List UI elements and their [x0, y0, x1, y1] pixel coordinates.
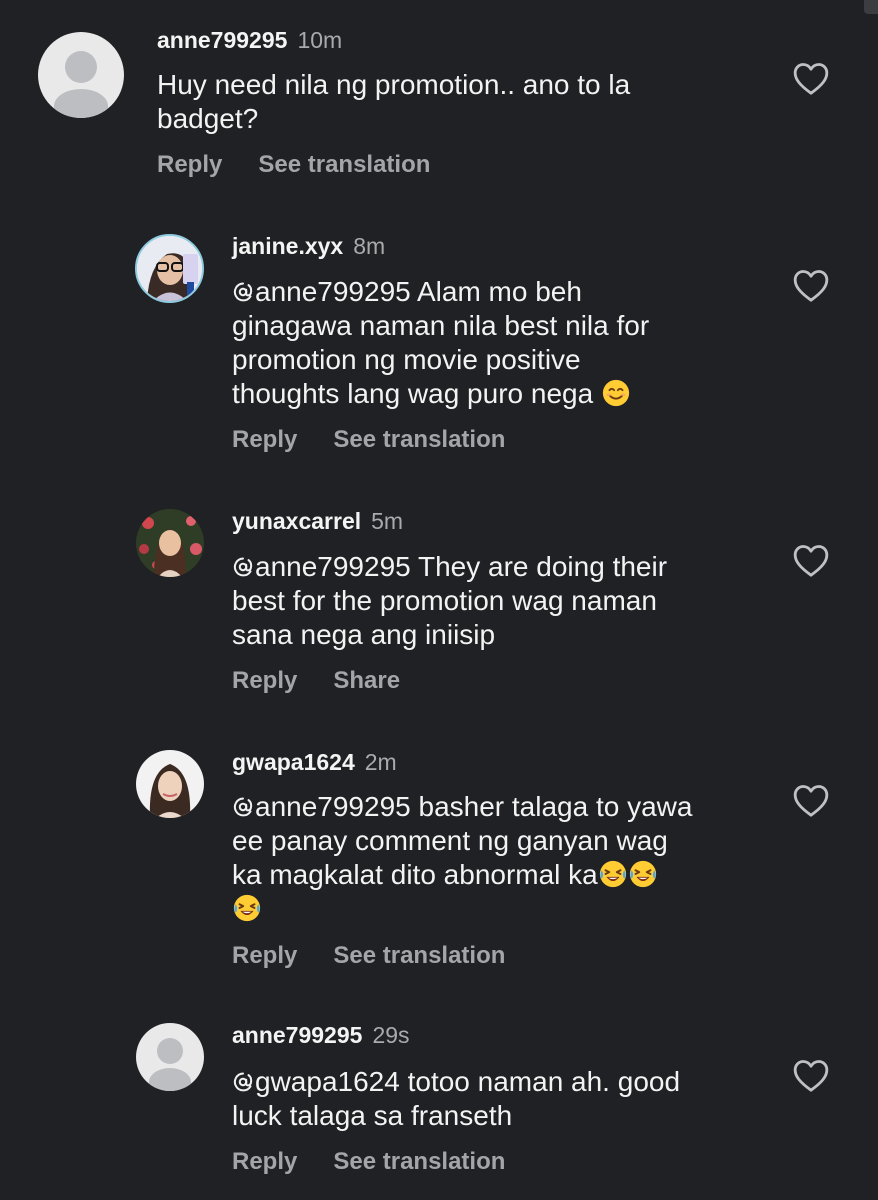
comment-anne799295-2: anne799295 29s gwapa1624 totoo naman ah. … — [0, 0, 878, 1200]
avatar[interactable] — [136, 1023, 204, 1091]
comment-meta: anne799295 29s — [232, 1022, 410, 1049]
heart-icon[interactable] — [790, 1056, 832, 1096]
comment-text-line: gwapa1624 totoo naman ah. good — [232, 1065, 680, 1099]
comment-actions: Reply See translation — [232, 1148, 541, 1176]
reply-button[interactable]: Reply — [232, 1148, 297, 1175]
comment-text-line: luck talaga sa franseth — [232, 1100, 513, 1131]
see-translation-button[interactable]: See translation — [333, 1148, 505, 1175]
username[interactable]: anne799295 — [232, 1022, 362, 1048]
timestamp: 29s — [372, 1022, 410, 1048]
mention[interactable]: gwapa1624 — [255, 1066, 400, 1097]
comment-text: gwapa1624 totoo naman ah. good luck tala… — [232, 1065, 680, 1133]
mention-icon — [232, 1071, 254, 1093]
